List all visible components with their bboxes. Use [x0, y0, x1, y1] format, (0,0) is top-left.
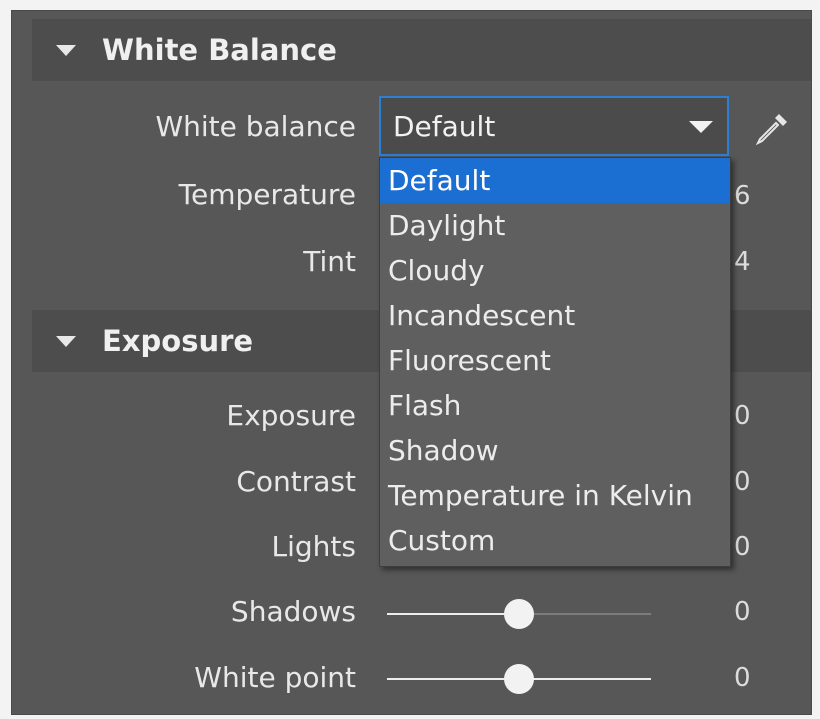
shadows-slider-fill — [387, 613, 519, 615]
white-point-label: White point — [194, 661, 356, 694]
temperature-value[interactable]: 6 — [734, 181, 764, 211]
dropdown-option[interactable]: Temperature in Kelvin — [380, 473, 730, 518]
white-point-slider[interactable] — [387, 664, 651, 694]
contrast-label: Contrast — [236, 465, 356, 498]
shadows-slider[interactable] — [387, 599, 651, 629]
shadows-value[interactable]: 0 — [734, 597, 764, 627]
collapse-triangle-icon[interactable] — [56, 44, 76, 56]
exposure-section-title: Exposure — [102, 324, 254, 358]
white-balance-dropdown-list: Default Daylight Cloudy Incandescent Fluores… — [379, 157, 731, 567]
tint-label: Tint — [303, 245, 356, 278]
dropdown-option[interactable]: Flash — [380, 383, 730, 428]
white-balance-label: White balance — [155, 110, 356, 143]
dropdown-option[interactable]: Daylight — [380, 203, 730, 248]
white-balance-section-title: White Balance — [102, 33, 337, 67]
dropdown-option[interactable]: Shadow — [380, 428, 730, 473]
tint-value[interactable]: 4 — [734, 247, 764, 277]
dropdown-option[interactable]: Fluorescent — [380, 338, 730, 383]
white-balance-section-header[interactable]: White Balance — [32, 19, 811, 81]
dropdown-option[interactable]: Cloudy — [380, 248, 730, 293]
white-point-slider-thumb[interactable] — [504, 664, 534, 694]
temperature-label: Temperature — [178, 178, 356, 211]
dropdown-option[interactable]: Default — [380, 158, 730, 203]
dropdown-option[interactable]: Incandescent — [380, 293, 730, 338]
white-balance-selected-value: Default — [393, 109, 496, 143]
contrast-value[interactable]: 0 — [734, 467, 764, 497]
white-point-value[interactable]: 0 — [734, 663, 764, 693]
lights-label: Lights — [271, 530, 356, 563]
white-balance-select[interactable]: Default — [379, 96, 729, 156]
shadows-label: Shadows — [230, 595, 356, 628]
lights-value[interactable]: 0 — [734, 532, 764, 562]
exposure-label: Exposure — [226, 399, 356, 432]
chevron-down-icon[interactable] — [689, 121, 713, 133]
collapse-triangle-icon[interactable] — [56, 335, 76, 347]
adjustments-panel: White Balance White balance Default Temp… — [11, 10, 812, 715]
exposure-value[interactable]: 0 — [734, 401, 764, 431]
dropdown-option[interactable]: Custom — [380, 518, 730, 563]
eyedropper-icon[interactable] — [752, 109, 792, 149]
shadows-slider-thumb[interactable] — [504, 599, 534, 629]
